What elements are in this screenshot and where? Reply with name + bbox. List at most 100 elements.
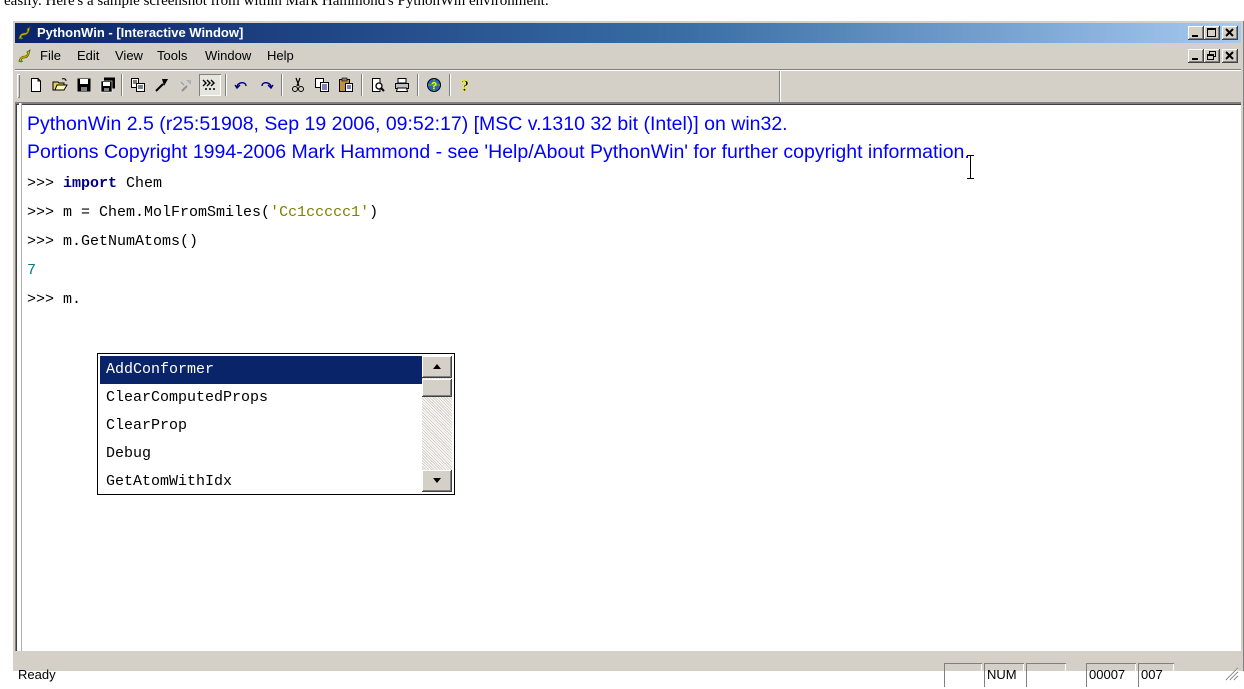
check-button[interactable] [175,74,197,96]
python-app-icon [18,26,31,40]
title-bar[interactable]: PythonWin - [Interactive Window] [15,23,1241,43]
autocomplete-item[interactable]: AddConformer [100,356,422,384]
toolbar-edge [779,71,781,103]
status-pane-num: NUM [984,663,1024,687]
menu-help[interactable]: Help [264,44,297,68]
autocomplete-item[interactable]: Debug [100,440,422,468]
arrow-up-icon [433,364,441,369]
status-text: Ready [18,667,56,682]
new-button[interactable] [25,74,47,96]
save-icon [77,78,91,92]
console-line: >>> m = Chem.MolFromSmiles('Cc1ccccc1') [27,204,378,221]
console-line: >>> m. [27,291,81,308]
interactive-window-icon [202,79,215,90]
text-cursor-icon [967,155,974,179]
code-text: m = Chem.MolFromSmiles( [63,204,271,221]
autocomplete-item[interactable]: GetAtomWithIdx [100,468,422,496]
code-text: m. [63,291,82,308]
page-caption: easily. Here's a sample screenshot from … [4,0,549,9]
arrow-down-icon [433,478,441,483]
menu-view[interactable]: View [112,44,146,68]
svg-text:?: ? [431,81,437,92]
python-document-icon[interactable] [17,48,33,64]
print-button[interactable] [391,74,413,96]
pythonwin-window: PythonWin - [Interactive Window] File Ed… [12,20,1244,682]
interactive-window-button[interactable] [199,74,221,96]
console-line: >>> m.GetNumAtoms() [27,233,198,250]
help-question-icon: ? [461,78,470,93]
child-restore-button[interactable] [1204,49,1220,63]
run-button[interactable] [151,74,173,96]
toolbar-separator [361,74,363,96]
minimize-button[interactable] [1188,26,1204,40]
prompt: >>> [27,291,64,308]
scroll-down-button[interactable] [422,470,452,492]
prompt: >>> [27,175,64,192]
keyword-token: import [63,175,118,192]
code-text: ) [369,204,379,221]
autocomplete-item[interactable]: ClearProp [100,412,422,440]
menu-bar: File Edit View Tools Window Help [15,44,1241,68]
child-close-button[interactable] [1222,49,1238,63]
prompt: >>> [27,233,64,250]
toolbar-grip[interactable] [17,74,20,98]
child-minimize-button[interactable] [1188,49,1204,63]
status-pane-line: 00007 [1086,663,1136,687]
resize-grip-icon[interactable] [1223,665,1239,681]
scroll-thumb[interactable] [422,379,452,397]
import-icon [131,78,145,92]
new-document-icon [31,78,41,92]
menu-edit[interactable]: Edit [74,44,102,68]
open-folder-icon [52,78,68,91]
restore-icon [1207,51,1216,60]
status-pane-column: 007 [1138,663,1174,687]
menu-window[interactable]: Window [202,44,254,68]
status-pane-scroll [1026,663,1066,687]
context-help-button[interactable]: ? [423,74,445,96]
toolbar-separator [417,74,419,96]
banner-line: Portions Copyright 1994-2006 Mark Hammon… [27,141,970,163]
output-line: 7 [27,262,37,279]
autocomplete-items: AddConformer ClearComputedProps ClearPro… [100,356,422,496]
copy-icon [315,78,329,92]
status-bar: Ready NUM 00007 007 [15,653,1241,689]
print-icon [395,78,409,92]
prompt: >>> [27,204,64,221]
menu-tools[interactable]: Tools [154,44,190,68]
redo-icon [261,82,274,90]
toolbar: ? ? [15,71,781,103]
toolbar-separator [225,74,227,96]
print-preview-button[interactable] [367,74,389,96]
about-button[interactable]: ? [455,74,477,96]
console-line: >>> import Chem [27,175,162,192]
close-icon [1225,51,1234,60]
autocomplete-list[interactable]: AddConformer ClearComputedProps ClearPro… [97,353,455,495]
paste-button[interactable] [335,74,357,96]
redo-button[interactable] [255,74,277,96]
minimize-icon [1192,58,1198,60]
cut-icon [292,77,304,92]
open-button[interactable] [49,74,71,96]
window-title: PythonWin - [Interactive Window] [37,25,244,40]
save-all-button[interactable] [97,74,119,96]
paste-icon [339,77,353,92]
print-preview-icon [372,78,385,92]
copy-button[interactable] [311,74,333,96]
menu-file[interactable]: File [37,44,64,68]
autocomplete-item[interactable]: ClearComputedProps [100,384,422,412]
close-icon [1225,28,1234,37]
save-button[interactable] [73,74,95,96]
maximize-button[interactable] [1204,26,1220,40]
undo-button[interactable] [231,74,253,96]
scroll-up-button[interactable] [422,356,452,378]
cut-button[interactable] [287,74,309,96]
undo-icon [234,82,247,90]
toolbar-separator [281,74,283,96]
string-token: 'Cc1ccccc1' [270,204,370,221]
code-text: m.GetNumAtoms() [63,233,199,250]
context-help-icon: ? [427,78,441,92]
import-button[interactable] [127,74,149,96]
autocomplete-scrollbar[interactable] [422,356,452,492]
code-text: Chem [117,175,163,192]
close-button[interactable] [1222,26,1238,40]
